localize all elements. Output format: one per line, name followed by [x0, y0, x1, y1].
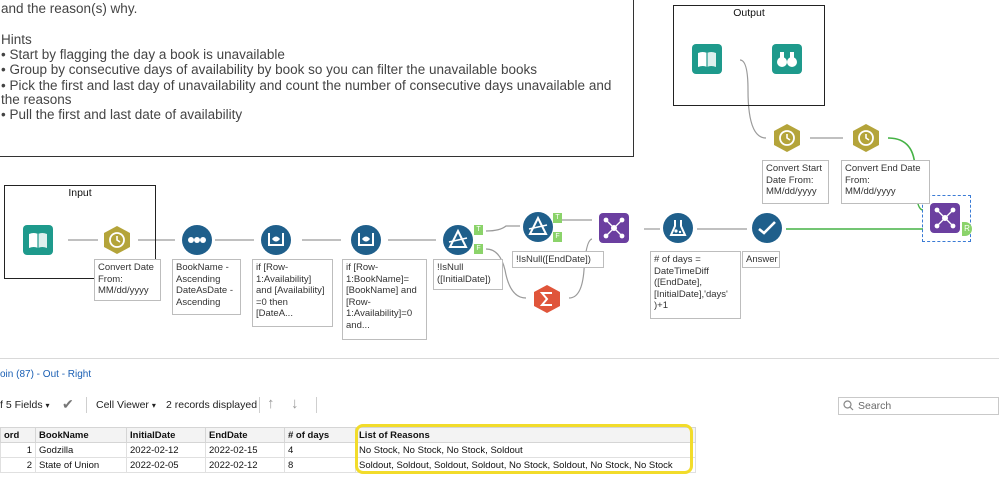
- multirow-formula-tool[interactable]: [261, 225, 291, 255]
- checkmark-icon[interactable]: ✔: [62, 396, 74, 413]
- highlight-box: [355, 424, 693, 474]
- datetime-tool[interactable]: [102, 225, 132, 255]
- table-cell[interactable]: 2: [0, 457, 36, 473]
- table-cell[interactable]: 2022-02-15: [205, 442, 285, 458]
- chevron-down-icon: ▾: [151, 401, 156, 410]
- comment-line: the reasons: [1, 92, 72, 107]
- filter-false-anchor[interactable]: F: [474, 244, 483, 254]
- arrow-up-icon[interactable]: ↑: [267, 395, 275, 412]
- filter-icon: [523, 212, 553, 242]
- datetime-icon: [853, 124, 879, 152]
- book-input-icon: [692, 44, 722, 74]
- table-cell[interactable]: 2022-02-12: [205, 457, 285, 473]
- comment-line: and the reason(s) why.: [1, 1, 138, 16]
- fields-dropdown[interactable]: f 5 Fields ▾: [0, 399, 50, 411]
- input-data-tool[interactable]: [23, 225, 53, 255]
- filter-true-anchor[interactable]: T: [553, 213, 562, 223]
- checkmark-icon: [752, 213, 782, 243]
- comment-box[interactable]: and the reason(s) why. Hints • Start by …: [0, 0, 634, 157]
- column-header[interactable]: ord: [0, 427, 36, 443]
- multirow-formula-icon: [351, 225, 381, 255]
- answer-label: Answer: [742, 251, 780, 268]
- comment-line: Hints: [1, 32, 32, 47]
- browse-tool[interactable]: [772, 44, 802, 74]
- sort-label: BookName - Ascending DateAsDate - Ascend…: [172, 259, 241, 315]
- sort-tool[interactable]: [182, 225, 212, 255]
- summarize-tool[interactable]: [532, 284, 562, 314]
- filter-false-anchor[interactable]: F: [553, 232, 562, 242]
- comment-line: • Pull the first and last date of availa…: [1, 107, 243, 122]
- table-cell[interactable]: 2022-02-12: [126, 442, 206, 458]
- comment-line: • Group by consecutive days of availabil…: [1, 62, 538, 77]
- toolbar-divider: [86, 397, 87, 413]
- multirow-formula-tool[interactable]: [351, 225, 381, 255]
- join-icon: [930, 203, 960, 233]
- toolbar-divider: [259, 397, 260, 413]
- container-title: Input: [68, 187, 92, 199]
- cell-viewer-label: Cell Viewer: [96, 399, 149, 411]
- filter-initialdate-label: !IsNull ([InitialDate]): [433, 259, 503, 290]
- toolbar-divider: [316, 397, 317, 413]
- formula-label: # of days = DateTimeDiff ([EndDate], [In…: [650, 251, 741, 319]
- workflow-canvas[interactable]: and the reason(s) why. Hints • Start by …: [0, 0, 999, 358]
- output-book-tool[interactable]: [692, 44, 722, 74]
- browse-icon: [772, 44, 802, 74]
- column-header[interactable]: InitialDate: [126, 427, 206, 443]
- table-cell[interactable]: 4: [284, 442, 356, 458]
- column-header[interactable]: BookName: [35, 427, 127, 443]
- join-tool[interactable]: [930, 203, 960, 233]
- answer-check-tool[interactable]: [752, 213, 782, 243]
- multirow-formula-2-label: if [Row- 1:BookName]= [BookName] and [Ro…: [342, 259, 427, 340]
- filter-tool[interactable]: [523, 212, 553, 242]
- search-icon: [843, 400, 854, 411]
- formula-icon: [663, 213, 693, 243]
- comment-line: • Start by flagging the day a book is un…: [1, 47, 285, 62]
- filter-true-anchor[interactable]: T: [474, 225, 483, 235]
- convert-start-label: Convert Start Date From: MM/dd/yyyy: [762, 160, 829, 204]
- results-title[interactable]: oin (87) - Out - Right: [0, 369, 91, 380]
- records-count: 2 records displayed: [166, 399, 258, 411]
- table-cell[interactable]: 8: [284, 457, 356, 473]
- column-header[interactable]: EndDate: [205, 427, 285, 443]
- convert-date-label: Convert Date From: MM/dd/yyyy: [94, 259, 161, 301]
- comment-line: • Pick the first and last day of unavail…: [1, 78, 612, 93]
- multirow-formula-icon: [261, 225, 291, 255]
- chevron-down-icon: ▾: [45, 401, 50, 410]
- filter-icon: [443, 225, 473, 255]
- book-input-icon: [23, 225, 53, 255]
- convert-end-label: Convert End Date From: MM/dd/yyyy: [841, 160, 930, 204]
- sort-icon: [182, 225, 212, 255]
- column-header[interactable]: # of days: [284, 427, 356, 443]
- container-title: Output: [733, 7, 765, 19]
- table-cell[interactable]: State of Union: [35, 457, 127, 473]
- filter-tool[interactable]: [443, 225, 473, 255]
- arrow-down-icon[interactable]: ↓: [291, 395, 299, 412]
- formula-tool[interactable]: [663, 213, 693, 243]
- datetime-tool[interactable]: [772, 123, 802, 153]
- fields-label: f 5 Fields: [0, 399, 43, 411]
- cell-viewer-dropdown[interactable]: Cell Viewer ▾: [96, 399, 156, 411]
- table-cell[interactable]: Godzilla: [35, 442, 127, 458]
- search-placeholder: Search: [858, 400, 892, 412]
- summarize-icon: [534, 285, 560, 313]
- filter-enddate-label: !IsNull([EndDate]): [512, 251, 604, 268]
- datetime-icon: [104, 226, 130, 254]
- multirow-formula-1-label: if [Row- 1:Availability] and [Availabili…: [252, 259, 333, 327]
- join-icon: [599, 213, 629, 243]
- table-cell[interactable]: 1: [0, 442, 36, 458]
- table-cell[interactable]: 2022-02-05: [126, 457, 206, 473]
- datetime-icon: [774, 124, 800, 152]
- join-tool[interactable]: [599, 213, 629, 243]
- search-input[interactable]: Search: [838, 397, 999, 415]
- datetime-tool[interactable]: [851, 123, 881, 153]
